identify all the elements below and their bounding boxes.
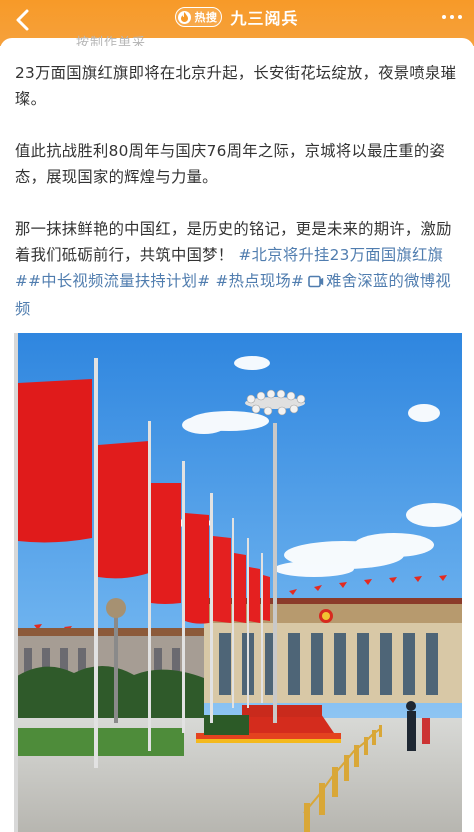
post-body: 23万面国旗红旗即将在北京升起，长安街花坛绽放，夜景喷泉璀璨。 值此抗战胜利80…: [15, 60, 461, 322]
topic-link[interactable]: #中长视频流量扶持计划#: [28, 272, 210, 290]
video-icon: [308, 270, 324, 296]
more-button[interactable]: [442, 6, 462, 28]
post-paragraph: 23万面国旗红旗即将在北京升起，长安街花坛绽放，夜景喷泉璀璨。: [15, 64, 457, 108]
page-title: 九三阅兵: [230, 9, 299, 28]
header-title-group: 热搜 九三阅兵: [0, 4, 474, 30]
post-paragraph: 值此抗战胜利80周年与国庆76周年之际，京城将以最庄重的姿态，展现国家的辉煌与力…: [15, 142, 446, 186]
more-dot: [450, 15, 454, 19]
cut-off-text: 按制作单采: [76, 36, 147, 46]
more-dots-icon: [442, 15, 446, 19]
topic-link[interactable]: #热点现场#: [216, 272, 305, 290]
post-card: 按制作单采 23万面国旗红旗即将在北京升起，长安街花坛绽放，夜景喷泉璀璨。 值此…: [0, 36, 474, 832]
flame-icon: [178, 10, 192, 24]
post-paragraph: 那一抹抹鲜艳的中国红，是历史的铭记，更是未来的期许，激励着我们砥砺前行，共筑中国…: [15, 216, 461, 322]
great-hall-flags-image: [14, 333, 462, 832]
more-dot: [458, 15, 462, 19]
hot-badge-label: 热搜: [194, 11, 218, 24]
hot-search-badge[interactable]: 热搜: [175, 7, 223, 27]
post-photo[interactable]: [14, 333, 462, 832]
